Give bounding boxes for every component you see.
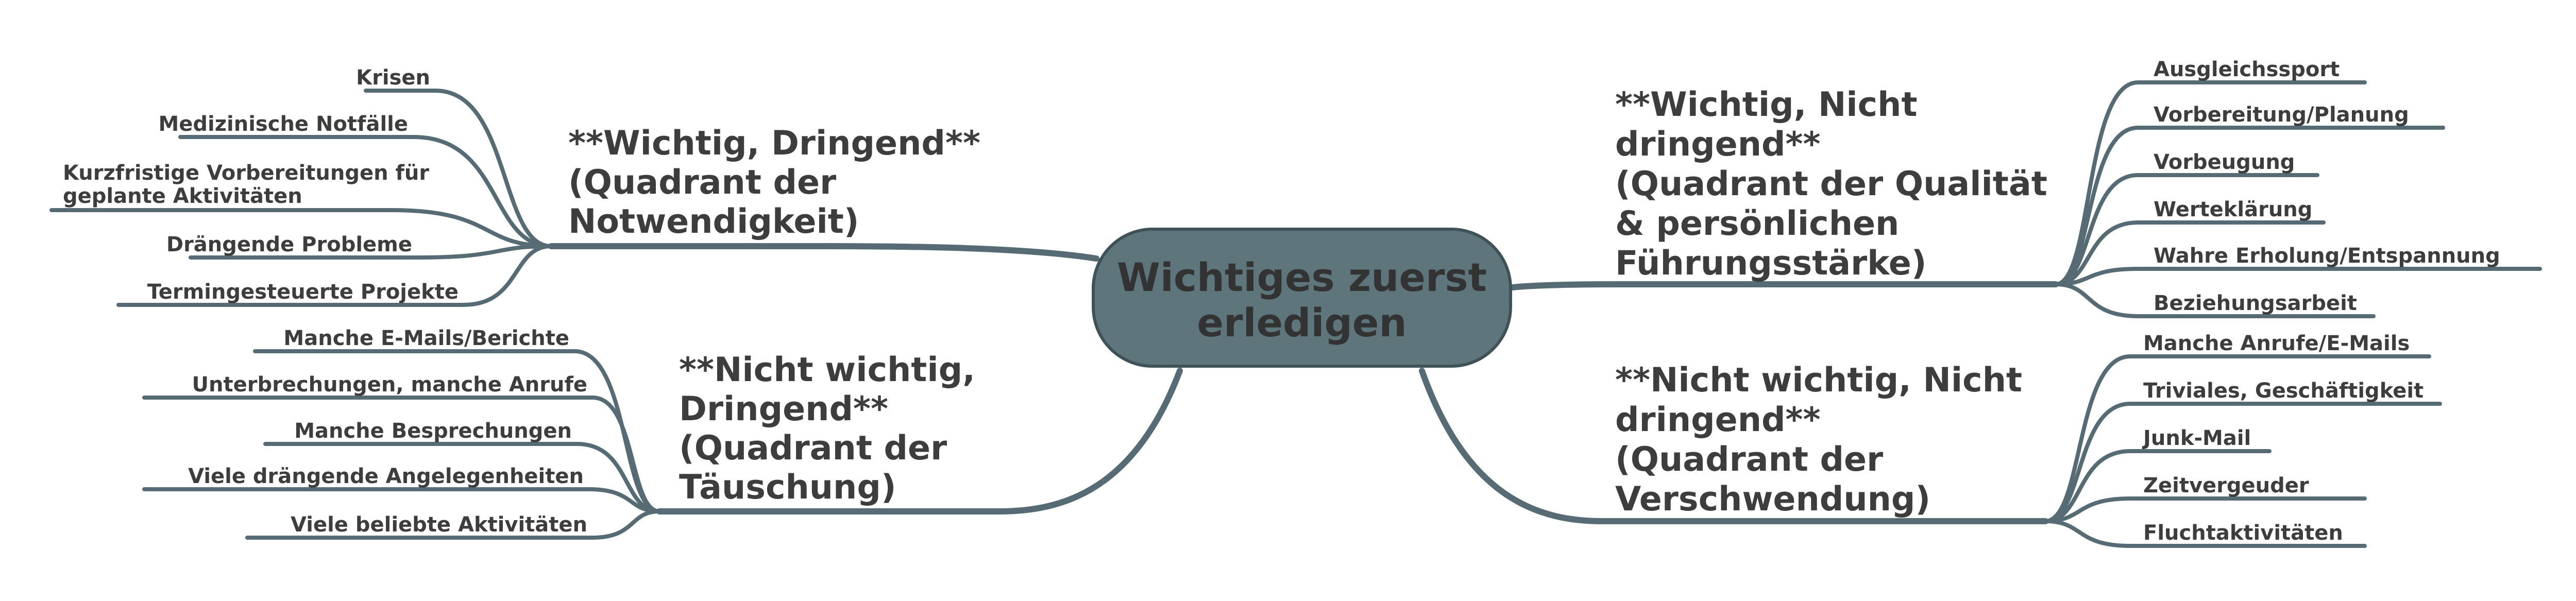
branch-label-top-left: (Quadrant der	[568, 163, 836, 202]
leaf-label: Werteklärung	[2154, 198, 2312, 221]
leaf-label: Viele beliebte Aktivitäten	[291, 513, 587, 537]
central-topic-label: Wichtiges zuerst	[1117, 254, 1487, 300]
branch-label-bottom-right: Verschwendung)	[1615, 480, 1930, 519]
mind-map: Wichtiges zuersterledigen **Wichtig, Dri…	[49, 58, 2542, 548]
branch-connector-top-right	[1509, 281, 2059, 290]
branch-label-top-right: & persönlichen	[1615, 204, 1899, 243]
leaf-connector	[2043, 402, 2442, 523]
branch-label-top-right: Führungsstärke)	[1615, 244, 1927, 283]
leaf-label: geplante Aktivitäten	[63, 184, 302, 208]
leaf-label: Manche Besprechungen	[294, 419, 572, 443]
leaf-label: Triviales, Geschäftigkeit	[2143, 379, 2424, 403]
branch-label-bottom-right: (Quadrant der	[1615, 440, 1883, 479]
branch-label-top-right: dringend**	[1615, 125, 1821, 164]
leaf-label: Termingesteuerte Projekte	[147, 280, 459, 304]
central-topic[interactable]: Wichtiges zuersterledigen	[1092, 228, 1512, 368]
leaf-label: Krisen	[356, 66, 430, 90]
leaf-label: Drängende Probleme	[166, 233, 412, 256]
leaf-label: Kurzfristige Vorbereitungen für	[63, 161, 429, 185]
leaf-label: Manche E-Mails/Berichte	[283, 327, 569, 350]
leaf-connector	[142, 487, 662, 513]
branch-label-bottom-left: Dringend**	[679, 390, 888, 428]
leaf-connector	[2054, 267, 2542, 286]
branch-label-bottom-left: Täuschung)	[679, 468, 896, 507]
leaf-label: Beziehungsarbeit	[2154, 291, 2357, 315]
branch-label-bottom-right: dringend**	[1615, 401, 1821, 439]
leaf-label: Junk-Mail	[2142, 426, 2251, 450]
leaf-label: Manche Anrufe/E-Mails	[2143, 332, 2410, 355]
leaf-label: Fluchtaktivitäten	[2143, 521, 2343, 545]
central-topic-label: erledigen	[1197, 300, 1406, 346]
leaf-label: Vorbeugung	[2154, 150, 2295, 174]
leaf-connector	[142, 396, 662, 513]
leaf-label: Wahre Erholung/Entspannung	[2154, 244, 2500, 268]
branch-label-top-left: Notwendigkeit)	[568, 202, 859, 241]
branch-label-bottom-left: **Nicht wichtig,	[679, 351, 975, 389]
branch-label-top-left: **Wichtig, Dringend**	[568, 124, 980, 163]
branch-label-bottom-left: (Quadrant der	[679, 429, 947, 468]
leaf-label: Ausgleichssport	[2154, 58, 2340, 81]
leaf-label: Viele drängende Angelegenheiten	[188, 465, 584, 488]
leaf-label: Medizinische Notfälle	[158, 112, 408, 136]
leaf-connector	[2043, 496, 2367, 523]
leaf-label: Vorbereitung/Planung	[2154, 103, 2409, 127]
branch-connector-top-left	[548, 243, 1099, 262]
leaf-label: Unterbrechungen, manche Anrufe	[192, 373, 587, 397]
branch-label-top-right: (Quadrant der Qualität	[1615, 165, 2047, 203]
branch-label-bottom-right: **Nicht wichtig, Nicht	[1615, 361, 2022, 400]
branch-label-top-right: **Wichtig, Nicht	[1615, 85, 1918, 124]
leaf-label: Zeitvergeuder	[2143, 474, 2309, 497]
